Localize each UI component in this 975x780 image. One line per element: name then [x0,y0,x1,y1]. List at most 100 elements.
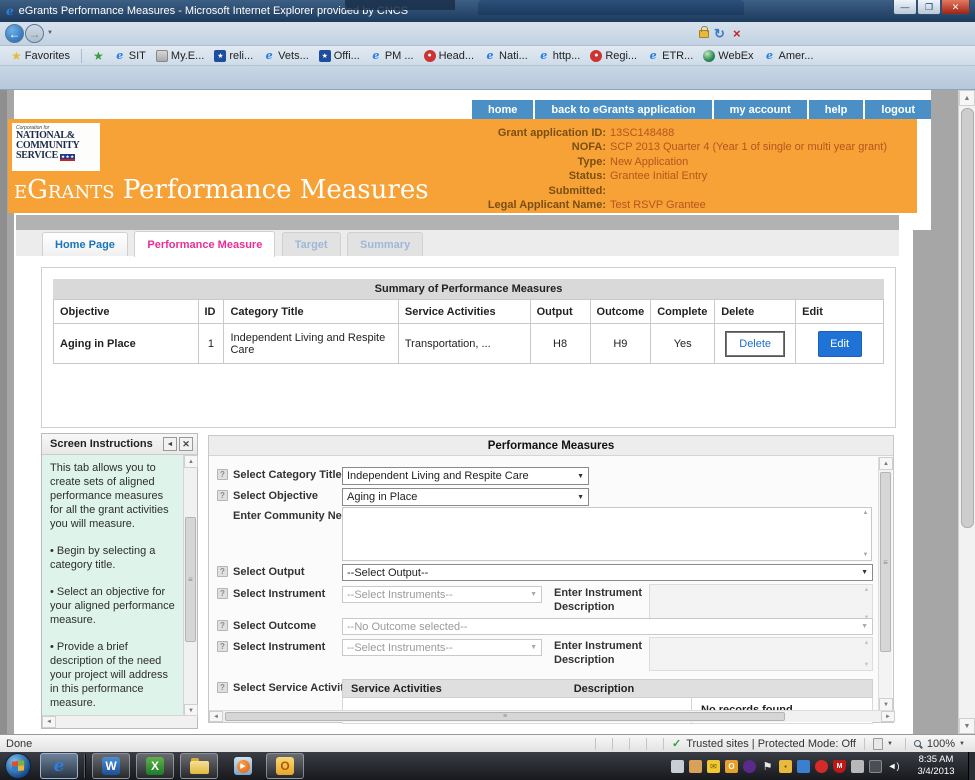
smartscreen-dropdown-icon[interactable]: ▼ [887,741,893,747]
favorite-link[interactable]: ●Regi... [585,50,642,62]
favorites-button[interactable]: ★ Favorites [6,49,75,63]
taskbar-ie-button[interactable]: e [40,753,78,779]
favorite-link[interactable]: ePM ... [365,50,419,62]
panel-scrollbar[interactable]: ▲ ≡ ▼ [878,457,892,711]
ie-icon: e [54,756,65,776]
scroll-down-icon[interactable]: ▼ [959,718,975,734]
favorite-link[interactable]: My.E... [151,50,209,62]
help-question-icon[interactable]: ? [217,588,228,599]
scrollbar-thumb[interactable]: ≡ [225,712,785,721]
edit-button[interactable]: Edit [818,331,862,357]
favorites-star-icon: ★ [11,49,22,63]
volume-tray-icon[interactable]: ◄) [887,760,900,773]
svc-col-activities: Service Activities [351,683,442,695]
favorite-link[interactable]: eVets... [258,50,314,62]
network-computers-tray-icon[interactable] [797,760,810,773]
community-need-textarea[interactable]: ▲▼ [342,507,872,561]
textarea-scroll-rail[interactable]: ▲▼ [860,508,871,560]
clipboard-tray-icon[interactable] [851,760,864,773]
printer-tray-icon[interactable] [671,760,684,773]
help-question-icon[interactable]: ? [217,566,228,577]
favorite-link[interactable]: eSIT [109,50,151,62]
nav-help[interactable]: help [809,100,864,119]
instrument-description-label: Enter Instrument Description [554,586,649,614]
word-icon: W [102,757,120,775]
scroll-up-icon[interactable]: ▲ [879,457,893,470]
zoom-dropdown-icon[interactable]: ▼ [959,741,965,747]
favorite-link[interactable]: eETR... [642,50,698,62]
delete-button[interactable]: Delete [726,332,784,356]
help-question-icon[interactable]: ? [217,682,228,693]
favorite-link[interactable]: ●Head... [419,50,479,62]
help-question-icon[interactable]: ? [217,490,228,501]
mcafee-shield-icon[interactable]: M [833,760,846,773]
favorite-link[interactable]: ★Offi... [314,50,365,62]
favorite-link[interactable]: WebEx [698,50,758,62]
taskbar-explorer-button[interactable] [180,753,218,779]
browser-scrollbar[interactable]: ▲ ▼ [958,90,975,734]
favorite-link[interactable]: ★reli... [209,50,258,62]
forward-button[interactable]: → [25,24,44,43]
scroll-up-icon[interactable]: ▲ [959,90,975,106]
taskbar-word-button[interactable]: W [92,753,130,779]
outcome-select[interactable]: --No Outcome selected--▼ [342,618,873,635]
app-tray-icon[interactable] [689,760,702,773]
minimize-button[interactable]: — [893,0,917,15]
scroll-left-icon[interactable]: ◄ [209,711,223,722]
taskbar-media-player-button[interactable]: ▶ [224,753,262,779]
network-tray-icon[interactable] [869,760,882,773]
back-button[interactable]: ← [5,24,24,43]
stop-icon[interactable]: × [733,26,741,41]
security-lock-icon[interactable] [699,30,709,38]
collapse-panel-icon[interactable]: ◄ [163,437,177,451]
help-question-icon[interactable]: ? [217,641,228,652]
output-select[interactable]: --Select Output--▼ [342,564,873,581]
scroll-up-icon[interactable]: ▲ [184,455,198,468]
mail-tray-icon[interactable]: ✉ [707,760,720,773]
instructions-scrollbar[interactable]: ▲ ≡ ▼ [183,455,197,717]
start-button[interactable] [5,753,31,779]
tab-performance-measure[interactable]: Performance Measure [134,231,275,257]
smartscreen-icon[interactable] [873,738,883,750]
close-button[interactable]: ✕ [941,0,970,15]
restore-button[interactable]: ❐ [917,0,941,15]
help-question-icon[interactable]: ? [217,469,228,480]
close-panel-icon[interactable]: ✕ [179,437,193,451]
recent-pages-dropdown-icon[interactable]: ▼ [47,30,53,36]
objective-select[interactable]: Aging in Place▼ [342,488,589,506]
col-objective: Objective [54,300,199,324]
scrollbar-thumb[interactable]: ≡ [185,517,196,642]
nav-my-account[interactable]: my account [714,100,807,119]
taskbar-outlook-button[interactable]: O [266,753,304,779]
add-favorite-button[interactable]: ★ [88,49,109,63]
scrollbar-thumb[interactable] [961,108,974,528]
app-tray-icon[interactable] [743,760,756,773]
scroll-right-icon[interactable]: ► [881,711,895,722]
lock-tray-icon[interactable]: ▪ [779,760,792,773]
antivirus-tray-icon[interactable] [815,760,828,773]
nav-logout[interactable]: logout [865,100,931,119]
address-bar: ← → ▼ e https://egrants.cns.gov/egrantsP… [0,22,975,46]
refresh-icon[interactable]: ↻ [714,26,725,42]
scroll-left-icon[interactable]: ◄ [42,716,56,728]
favorite-link[interactable]: eNati... [479,50,533,62]
favicon-icon [156,50,168,62]
help-question-icon[interactable]: ? [217,620,228,631]
favorite-link[interactable]: eAmer... [759,50,819,62]
nav-home[interactable]: home [472,100,533,119]
show-desktop-button[interactable] [968,752,975,780]
flag-tray-icon[interactable]: ⚑ [761,760,774,773]
taskbar-clock[interactable]: 8:35 AM 3/4/2013 [905,754,967,778]
tab-home-page[interactable]: Home Page [42,232,128,256]
scrollbar-thumb[interactable]: ≡ [880,472,891,652]
favicon-icon: ● [590,50,602,62]
category-select[interactable]: Independent Living and Respite Care▼ [342,467,589,485]
taskbar-excel-button[interactable]: X [136,753,174,779]
panel-h-scrollbar[interactable]: ◄ ≡ ► [209,710,895,722]
favorite-link[interactable]: ehttp... [533,50,586,62]
zoom-icon[interactable] [914,740,921,747]
nav-back-to-egrants[interactable]: back to eGrants application [535,100,711,119]
outlook-tray-icon[interactable]: O [725,760,738,773]
instructions-h-scrollbar[interactable]: ◄ [42,715,197,728]
favorite-label: Nati... [499,50,528,62]
